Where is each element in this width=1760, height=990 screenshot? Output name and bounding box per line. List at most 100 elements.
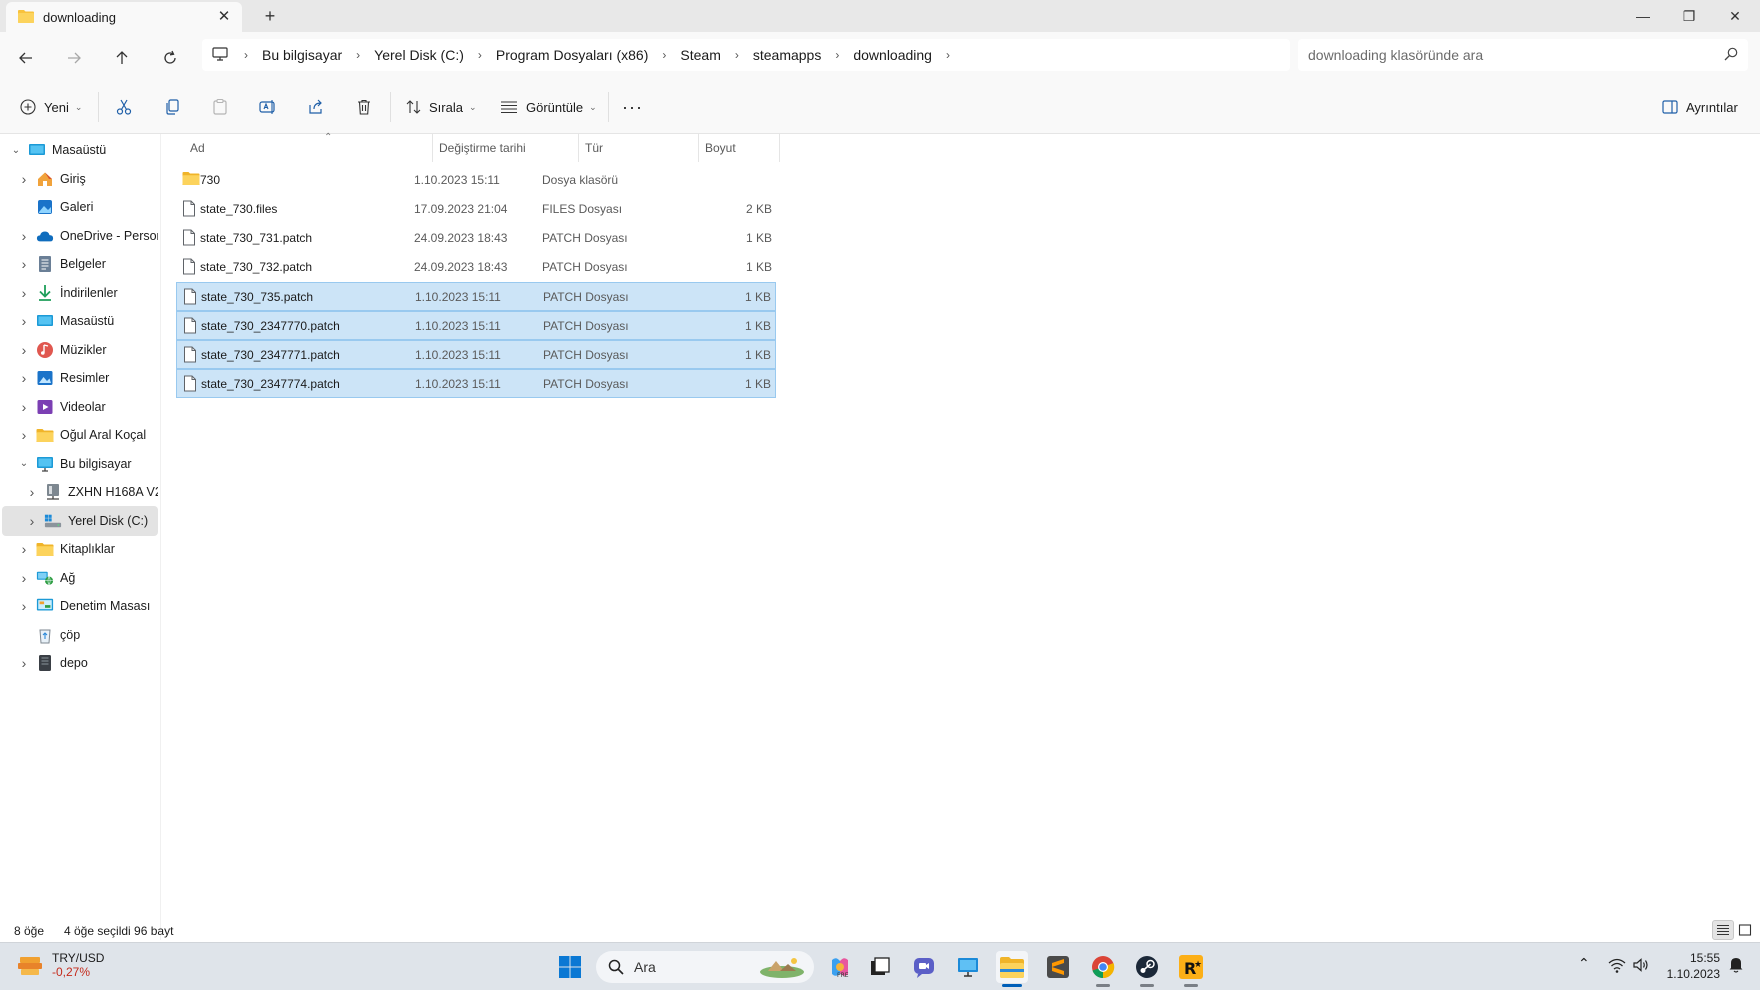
search-input[interactable]: downloading klasöründe ara (1298, 39, 1748, 71)
tab-downloading[interactable]: downloading ✕ (6, 2, 242, 32)
paste-button[interactable] (211, 94, 229, 120)
refresh-button[interactable] (156, 44, 184, 72)
task-view-button[interactable] (864, 951, 896, 983)
show-hidden-icons-button[interactable]: ⌃ (1578, 955, 1590, 972)
close-tab-icon[interactable]: ✕ (214, 7, 234, 27)
chevron-right-icon[interactable]: › (16, 370, 32, 386)
sidebar-item[interactable]: ⌄ Bu bilgisayar (2, 449, 158, 479)
sidebar-item[interactable]: › Denetim Masası (2, 591, 158, 621)
file-row[interactable]: state_730_2347774.patch 1.10.2023 15:11 PA… (176, 369, 776, 398)
copy-button[interactable] (163, 94, 181, 120)
breadcrumb-item[interactable]: Steam (674, 47, 726, 63)
chevron-right-icon[interactable]: › (16, 285, 32, 301)
rename-button[interactable] (259, 94, 277, 120)
tiles-view-button[interactable] (1734, 920, 1756, 940)
column-header-type[interactable]: Tür (578, 134, 698, 162)
chevron-right-icon[interactable]: › (16, 171, 32, 187)
notification-bell-icon[interactable] (1728, 955, 1744, 976)
chevron-right-icon[interactable]: › (16, 256, 32, 272)
sidebar-item[interactable]: › Müzikler (2, 335, 158, 365)
copilot-button[interactable]: PRE (824, 951, 856, 983)
sidebar-item[interactable]: › İndirilenler (2, 278, 158, 308)
file-row[interactable]: 730 1.10.2023 15:11 Dosya klasörü (176, 166, 776, 195)
sidebar-item[interactable]: › Masaüstü (2, 306, 158, 336)
chevron-right-icon[interactable]: › (654, 48, 674, 62)
breadcrumb-item-current[interactable]: downloading (847, 47, 938, 63)
new-button[interactable]: Yeni ⌄ (20, 94, 82, 120)
sidebar-item[interactable]: › Belgeler (2, 249, 158, 279)
column-header-size[interactable]: Boyut (698, 134, 780, 162)
chevron-right-icon[interactable]: › (470, 48, 490, 62)
sort-button[interactable]: Sırala ⌄ (405, 94, 477, 120)
share-button[interactable] (307, 94, 325, 120)
steam-button[interactable] (1131, 951, 1163, 987)
start-button[interactable] (554, 951, 586, 983)
up-button[interactable] (108, 44, 136, 72)
remote-desktop-button[interactable] (952, 951, 984, 983)
chevron-right-icon[interactable]: › (16, 598, 32, 614)
sidebar-item[interactable]: › depo (2, 648, 158, 678)
more-options-button[interactable]: ··· (622, 94, 643, 120)
sidebar-item[interactable]: › Kitaplıklar (2, 534, 158, 564)
chevron-right-icon[interactable]: › (16, 655, 32, 671)
minimize-button[interactable]: — (1620, 0, 1666, 32)
chevron-right-icon[interactable]: › (24, 484, 40, 500)
sidebar-item[interactable]: › Videolar (2, 392, 158, 422)
sidebar-item[interactable]: › Ağ (2, 563, 158, 593)
chevron-right-icon[interactable]: › (16, 313, 32, 329)
delete-button[interactable] (355, 94, 373, 120)
column-header-date[interactable]: Değiştirme tarihi (432, 134, 578, 162)
chevron-right-icon[interactable]: › (727, 48, 747, 62)
details-view-button[interactable] (1712, 920, 1734, 940)
chevron-right-icon[interactable]: › (16, 427, 32, 443)
file-row[interactable]: state_730_731.patch 24.09.2023 18:43 PATCH… (176, 224, 776, 253)
rockstar-button[interactable]: R ★ (1175, 951, 1207, 987)
sidebar-item[interactable]: › Giriş (2, 164, 158, 194)
column-header-name[interactable]: Ad ⌃ (184, 132, 430, 162)
chevron-down-icon[interactable]: ⌄ (16, 458, 32, 469)
breadcrumb[interactable]: › Bu bilgisayar › Yerel Disk (C:) › Prog… (202, 39, 1290, 71)
chevron-right-icon[interactable]: › (16, 541, 32, 557)
file-row[interactable]: state_730_2347771.patch 1.10.2023 15:11 PA… (176, 340, 776, 369)
sidebar-item[interactable]: çöp (2, 620, 158, 650)
sublime-text-button[interactable] (1042, 951, 1074, 983)
details-pane-button[interactable]: Ayrıntılar (1662, 94, 1738, 120)
wifi-icon[interactable] (1608, 957, 1626, 976)
forward-button[interactable] (60, 44, 88, 72)
breadcrumb-item[interactable]: steamapps (747, 47, 827, 63)
restore-button[interactable]: ❐ (1666, 0, 1712, 32)
file-row[interactable]: state_730_2347770.patch 1.10.2023 15:11 PA… (176, 311, 776, 340)
sidebar-item[interactable]: › Resimler (2, 363, 158, 393)
chevron-down-icon[interactable]: ⌄ (8, 145, 24, 156)
breadcrumb-item[interactable]: Yerel Disk (C:) (368, 47, 470, 63)
file-row[interactable]: state_730.files 17.09.2023 21:04 FILES Dos… (176, 195, 776, 224)
sidebar-item[interactable]: › OneDrive - Person (2, 221, 158, 251)
file-row[interactable]: state_730_732.patch 24.09.2023 18:43 PATCH… (176, 253, 776, 282)
breadcrumb-item[interactable]: Program Dosyaları (x86) (490, 47, 655, 63)
sidebar-item[interactable]: › ZXHN H168A V2 (2, 477, 158, 507)
file-explorer-button[interactable] (996, 951, 1028, 987)
chevron-right-icon[interactable]: › (24, 513, 40, 529)
sidebar-item[interactable]: ⌄ Masaüstü (2, 135, 158, 165)
volume-icon[interactable] (1632, 957, 1650, 976)
sidebar-item[interactable]: Galeri (2, 192, 158, 222)
chat-button[interactable] (908, 951, 940, 983)
cut-button[interactable] (115, 94, 133, 120)
file-row[interactable]: state_730_735.patch 1.10.2023 15:11 PATCH … (176, 282, 776, 311)
taskbar-search[interactable]: Ara (596, 951, 814, 983)
chevron-right-icon[interactable]: › (16, 228, 32, 244)
chevron-right-icon[interactable]: › (16, 399, 32, 415)
currency-widget[interactable]: TRY/USD -0,27% (16, 951, 104, 982)
close-window-button[interactable]: ✕ (1712, 0, 1758, 32)
sidebar-item[interactable]: › Yerel Disk (C:) (2, 505, 158, 536)
back-button[interactable] (12, 44, 40, 72)
system-clock[interactable]: 15:55 1.10.2023 (1664, 950, 1720, 982)
chevron-right-icon[interactable]: › (827, 48, 847, 62)
chevron-right-icon[interactable]: › (348, 48, 368, 62)
breadcrumb-item[interactable]: Bu bilgisayar (256, 47, 348, 63)
chrome-button[interactable] (1087, 951, 1119, 987)
chevron-right-icon[interactable]: › (16, 342, 32, 358)
chevron-right-icon[interactable]: › (16, 570, 32, 586)
new-tab-button[interactable]: + (258, 4, 282, 28)
view-button[interactable]: Görüntüle ⌄ (500, 94, 597, 120)
